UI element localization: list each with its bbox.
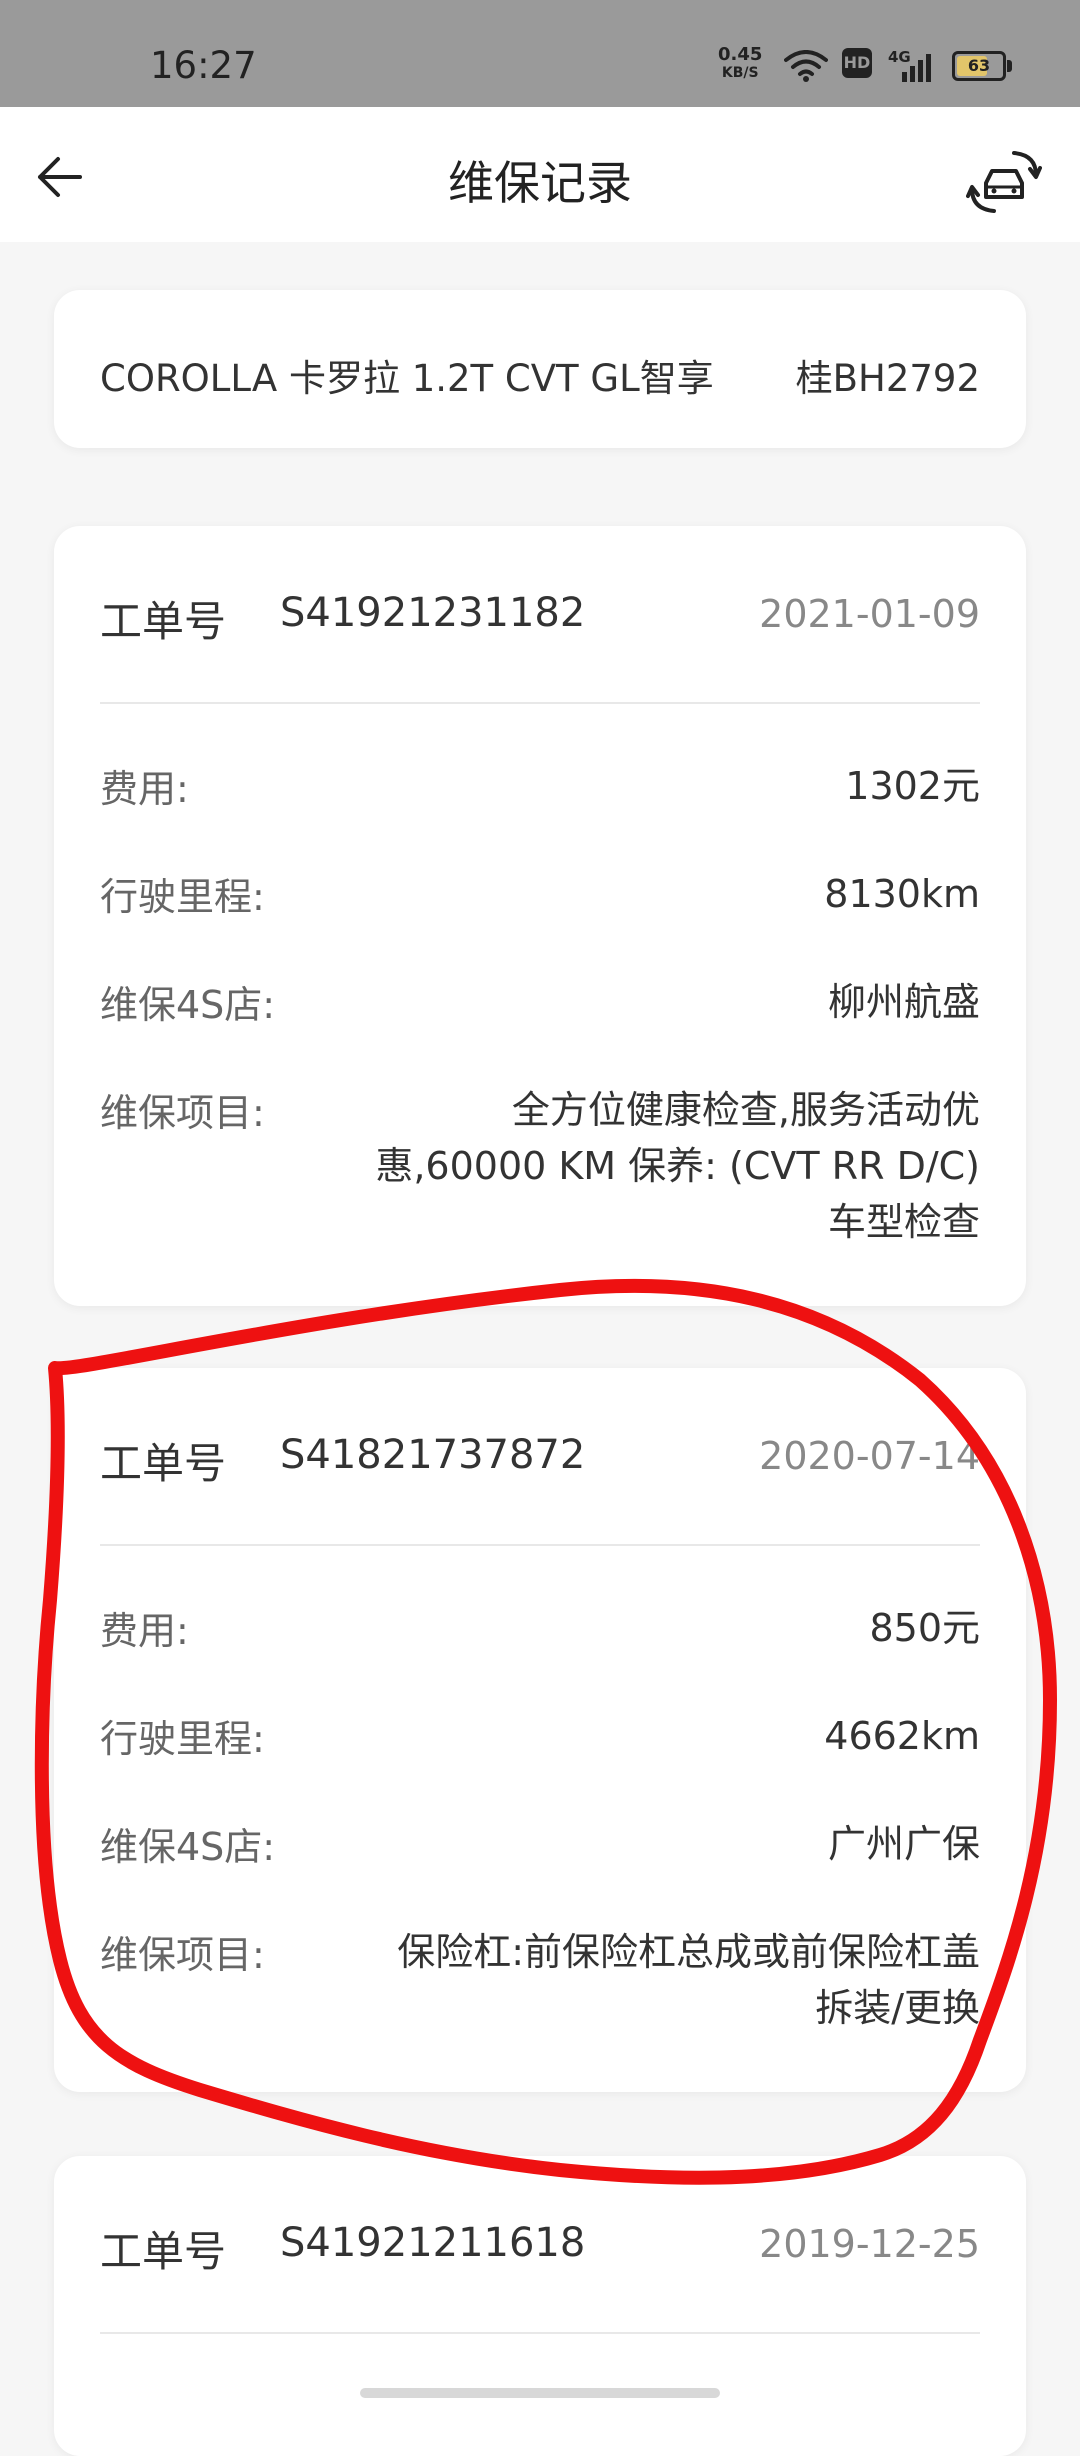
record-header: 工单号 S41821737872 2020-07-14 <box>100 1430 980 1490</box>
dealer-value: 柳州航盛 <box>827 980 980 1024</box>
battery-level: 63 <box>967 56 991 75</box>
maintenance-record-card[interactable]: 工单号 S41921231182 2021-01-09 费用: 1302元 行驶… <box>54 526 1026 1306</box>
mileage-value: 4662km <box>824 1714 980 1758</box>
work-order-number: S41921211618 <box>280 2220 586 2266</box>
network-speed-value: 0.45 <box>718 44 763 65</box>
battery-icon: 63 <box>952 51 1012 81</box>
status-bar: 16:27 0.45 KB/S HD 4G 63 <box>0 0 1080 107</box>
record-header: 工单号 S41921231182 2021-01-09 <box>100 588 980 648</box>
page-title: 维保记录 <box>448 156 632 210</box>
cost-label: 费用: <box>100 767 189 811</box>
work-order-number: S41821737872 <box>280 1432 586 1478</box>
items-value: 保险杠:前保险杠总成或前保险杠盖拆装/更换 <box>397 1930 980 2030</box>
items-label: 维保项目: <box>100 1933 265 1977</box>
app-header: 维保记录 <box>0 107 1080 242</box>
dealer-label: 维保4S店: <box>100 1825 276 1869</box>
home-indicator[interactable] <box>360 2388 720 2398</box>
vehicle-plate: 桂BH2792 <box>795 357 980 400</box>
network-type: 4G <box>888 48 911 66</box>
record-date: 2020-07-14 <box>759 1434 980 1478</box>
network-speed: 0.45 KB/S <box>718 46 762 82</box>
dealer-label: 维保4S店: <box>100 983 276 1027</box>
cost-label: 费用: <box>100 1609 189 1653</box>
signal-icon: 4G <box>888 48 938 82</box>
car-switch-icon[interactable] <box>966 147 1042 217</box>
divider <box>100 2332 980 2334</box>
cost-value: 850元 <box>869 1606 980 1650</box>
divider <box>100 702 980 704</box>
status-time: 16:27 <box>150 44 257 87</box>
vehicle-card: COROLLA 卡罗拉 1.2T CVT GL智享 桂BH2792 <box>54 290 1026 448</box>
maintenance-record-card[interactable]: 工单号 S41921211618 2019-12-25 <box>54 2156 1026 2456</box>
items-value: 全方位健康检查,服务活动优惠,60000 KM 保养: (CVT RR D/C)… <box>375 1088 980 1244</box>
work-order-label: 工单号 <box>100 2227 227 2276</box>
dealer-value: 广州广保 <box>827 1822 980 1866</box>
mileage-label: 行驶里程: <box>100 875 265 919</box>
work-order-label: 工单号 <box>100 597 227 646</box>
mileage-label: 行驶里程: <box>100 1717 265 1761</box>
record-date: 2019-12-25 <box>759 2222 980 2266</box>
record-header: 工单号 S41921211618 2019-12-25 <box>100 2218 980 2278</box>
maintenance-record-card[interactable]: 工单号 S41821737872 2020-07-14 费用: 850元 行驶里… <box>54 1368 1026 2092</box>
hd-icon: HD <box>842 48 872 78</box>
network-speed-unit: KB/S <box>721 65 759 81</box>
wifi-icon <box>784 50 828 82</box>
record-date: 2021-01-09 <box>759 592 980 636</box>
work-order-label: 工单号 <box>100 1439 227 1488</box>
vehicle-model: COROLLA 卡罗拉 1.2T CVT GL智享 <box>100 357 714 400</box>
cost-value: 1302元 <box>845 764 980 808</box>
items-label: 维保项目: <box>100 1091 265 1135</box>
mileage-value: 8130km <box>824 872 980 916</box>
work-order-number: S41921231182 <box>280 590 586 636</box>
divider <box>100 1544 980 1546</box>
